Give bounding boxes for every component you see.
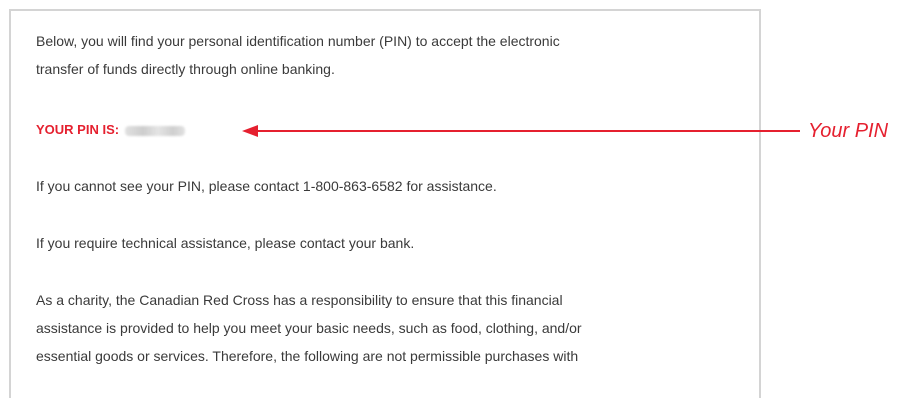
charity-line-2: assistance is provided to help you meet … — [36, 320, 582, 336]
pin-line: YOUR PIN IS: — [36, 116, 186, 144]
pin-label: YOUR PIN IS: — [36, 122, 120, 137]
charity-paragraph: As a charity, the Canadian Red Cross has… — [36, 286, 582, 370]
page: Below, you will find your personal ident… — [0, 0, 910, 398]
pin-value-redacted — [125, 125, 186, 136]
charity-line-3: essential goods or services. Therefore, … — [36, 348, 579, 364]
intro-paragraph: Below, you will find your personal ident… — [36, 27, 560, 83]
intro-line-1: Below, you will find your personal ident… — [36, 33, 560, 49]
intro-line-2: transfer of funds directly through onlin… — [36, 61, 335, 77]
charity-line-1: As a charity, the Canadian Red Cross has… — [36, 292, 563, 308]
contact-paragraph: If you cannot see your PIN, please conta… — [36, 178, 497, 194]
annotation-label: Your PIN — [808, 120, 889, 142]
technical-assistance-paragraph: If you require technical assistance, ple… — [36, 235, 415, 251]
